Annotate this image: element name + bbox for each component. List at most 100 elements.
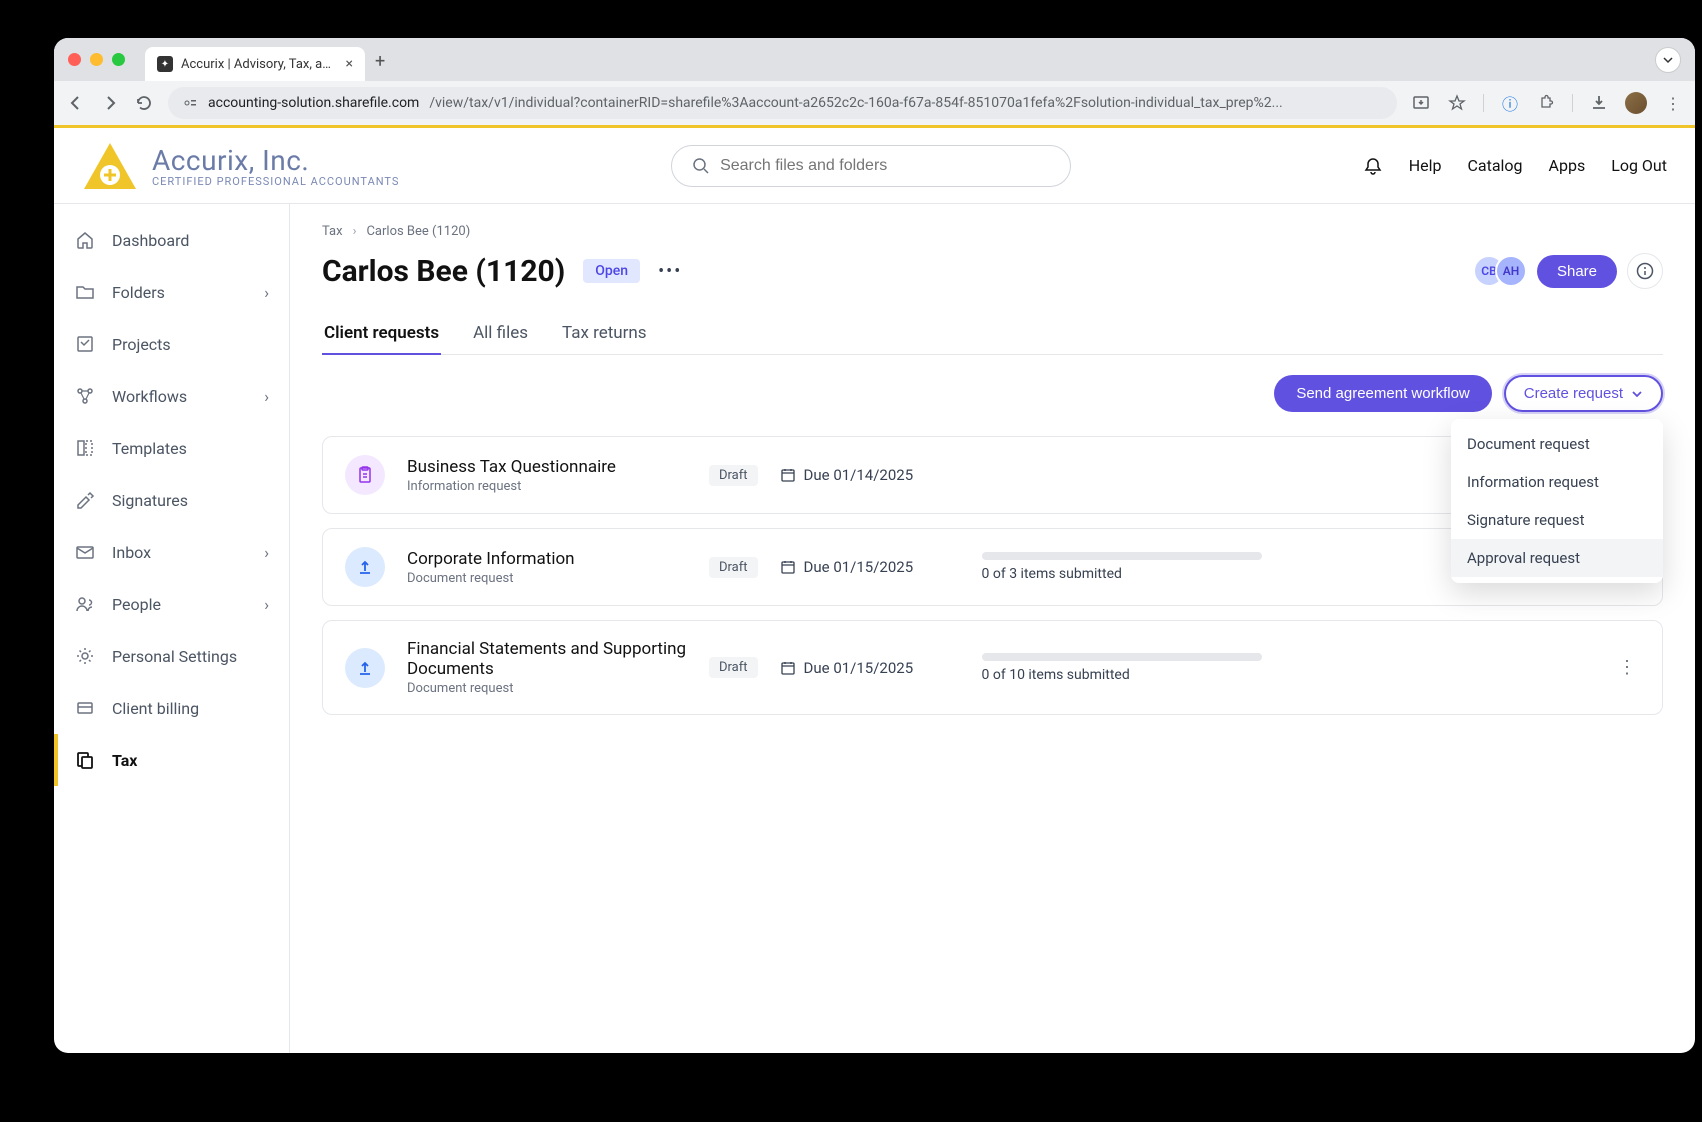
dropdown-item-signature-request[interactable]: Signature request	[1451, 501, 1663, 539]
calendar-icon	[780, 467, 796, 483]
header-links: Help Catalog Apps Log Out	[1363, 156, 1667, 176]
progress-bar	[982, 653, 1262, 661]
sidebar-item-folders[interactable]: Folders ›	[54, 266, 289, 318]
request-status-badge: Draft	[709, 657, 758, 678]
more-actions-icon[interactable]: •••	[658, 261, 682, 282]
request-title: Business Tax Questionnaire	[407, 457, 687, 477]
sidebar-item-label: Projects	[112, 335, 171, 354]
create-request-button[interactable]: Create request	[1504, 375, 1663, 412]
avatar-stack[interactable]: CB AH	[1473, 255, 1527, 287]
sidebar-item-tax[interactable]: Tax	[54, 734, 289, 786]
catalog-link[interactable]: Catalog	[1467, 156, 1522, 175]
request-title: Financial Statements and Supporting Docu…	[407, 639, 687, 679]
sidebar-item-templates[interactable]: Templates	[54, 422, 289, 474]
home-icon	[74, 229, 96, 251]
breadcrumb-root[interactable]: Tax	[322, 224, 343, 239]
request-card[interactable]: Financial Statements and Supporting Docu…	[322, 620, 1663, 715]
dropdown-item-approval-request[interactable]: Approval request	[1451, 539, 1663, 577]
row-more-icon[interactable]: ⋮	[1614, 657, 1640, 678]
app-body: Dashboard Folders › Projects Workflows ›…	[54, 204, 1695, 1053]
sidebar-item-personal-settings[interactable]: Personal Settings	[54, 630, 289, 682]
workflows-icon	[74, 385, 96, 407]
help-link[interactable]: Help	[1409, 156, 1442, 175]
window-close-button[interactable]	[68, 53, 81, 66]
sidebar-item-label: Workflows	[112, 387, 187, 406]
sidebar-item-label: People	[112, 595, 161, 614]
search-input[interactable]	[720, 157, 1050, 175]
reload-button[interactable]	[134, 93, 154, 113]
info-button[interactable]	[1627, 253, 1663, 289]
avatar: AH	[1495, 255, 1527, 287]
divider	[1572, 94, 1573, 112]
extensions-icon[interactable]	[1536, 93, 1556, 113]
browser-window: ✦ Accurix | Advisory, Tax, and A × + acc…	[54, 38, 1695, 1053]
dropdown-item-document-request[interactable]: Document request	[1451, 425, 1663, 463]
create-request-dropdown: Document request Information request Sig…	[1451, 419, 1663, 583]
tab-all-files[interactable]: All files	[471, 313, 530, 355]
notifications-icon[interactable]	[1363, 156, 1383, 176]
request-title: Corporate Information	[407, 549, 687, 569]
logo-triangle-icon	[82, 141, 138, 191]
request-subtitle: Information request	[407, 479, 687, 494]
sidebar-item-people[interactable]: People ›	[54, 578, 289, 630]
back-button[interactable]	[66, 93, 86, 113]
sidebar-item-label: Templates	[112, 439, 187, 458]
search-icon	[692, 157, 710, 175]
send-workflow-button[interactable]: Send agreement workflow	[1274, 375, 1491, 412]
folder-icon	[74, 281, 96, 303]
bookmark-icon[interactable]	[1447, 93, 1467, 113]
install-app-icon[interactable]	[1411, 93, 1431, 113]
browser-tab[interactable]: ✦ Accurix | Advisory, Tax, and A ×	[145, 47, 365, 81]
logout-link[interactable]: Log Out	[1611, 156, 1667, 175]
download-icon[interactable]	[1589, 93, 1609, 113]
sidebar-item-workflows[interactable]: Workflows ›	[54, 370, 289, 422]
browser-menu-icon[interactable]: ⋮	[1663, 93, 1683, 113]
sidebar-item-dashboard[interactable]: Dashboard	[54, 214, 289, 266]
page-title: Carlos Bee (1120)	[322, 254, 565, 289]
chevron-right-icon: ›	[264, 283, 269, 302]
request-due: Due 01/15/2025	[780, 558, 960, 576]
browser-address-bar: accounting-solution.sharefile.com/view/t…	[54, 81, 1695, 125]
templates-icon	[74, 437, 96, 459]
request-due: Due 01/14/2025	[780, 466, 960, 484]
upload-icon	[345, 547, 385, 587]
progress-text: 0 of 10 items submitted	[982, 667, 1262, 683]
forward-button[interactable]	[100, 93, 120, 113]
window-minimize-button[interactable]	[90, 53, 103, 66]
dropdown-item-information-request[interactable]: Information request	[1451, 463, 1663, 501]
url-path: /view/tax/v1/individual?containerRID=sha…	[429, 95, 1383, 111]
sidebar-item-projects[interactable]: Projects	[54, 318, 289, 370]
window-maximize-button[interactable]	[112, 53, 125, 66]
info-blue-icon[interactable]: ⓘ	[1500, 93, 1520, 113]
gear-icon	[74, 645, 96, 667]
breadcrumb: Tax › Carlos Bee (1120)	[322, 224, 1663, 239]
new-tab-button[interactable]: +	[375, 51, 385, 72]
search-box[interactable]	[671, 145, 1071, 187]
tab-tax-returns[interactable]: Tax returns	[560, 313, 649, 355]
progress-bar	[982, 552, 1262, 560]
sidebar-item-signatures[interactable]: Signatures	[54, 474, 289, 526]
profile-avatar[interactable]	[1625, 92, 1647, 114]
brand-logo[interactable]: Accurix, Inc. CERTIFIED PROFESSIONAL ACC…	[82, 141, 399, 191]
sidebar-item-label: Signatures	[112, 491, 188, 510]
due-date: Due 01/15/2025	[804, 659, 914, 677]
tab-client-requests[interactable]: Client requests	[322, 313, 441, 355]
chevron-right-icon: ›	[264, 543, 269, 562]
favicon-icon: ✦	[157, 56, 173, 72]
content-tabs: Client requests All files Tax returns	[322, 313, 1663, 355]
sidebar-item-label: Tax	[112, 751, 137, 770]
tab-close-button[interactable]: ×	[346, 56, 353, 72]
chevron-down-icon	[1631, 388, 1643, 400]
apps-link[interactable]: Apps	[1549, 156, 1586, 175]
upload-icon	[345, 648, 385, 688]
tabs-dropdown-button[interactable]	[1655, 47, 1681, 73]
url-bar[interactable]: accounting-solution.sharefile.com/view/t…	[168, 87, 1397, 119]
site-info-icon[interactable]	[182, 95, 198, 111]
sidebar-item-client-billing[interactable]: Client billing	[54, 682, 289, 734]
sidebar-item-inbox[interactable]: Inbox ›	[54, 526, 289, 578]
status-badge: Open	[583, 259, 640, 283]
main-content: Tax › Carlos Bee (1120) Carlos Bee (1120…	[290, 204, 1695, 1053]
action-row: Send agreement workflow Create request D…	[322, 375, 1663, 412]
request-subtitle: Document request	[407, 681, 687, 696]
share-button[interactable]: Share	[1537, 255, 1617, 288]
